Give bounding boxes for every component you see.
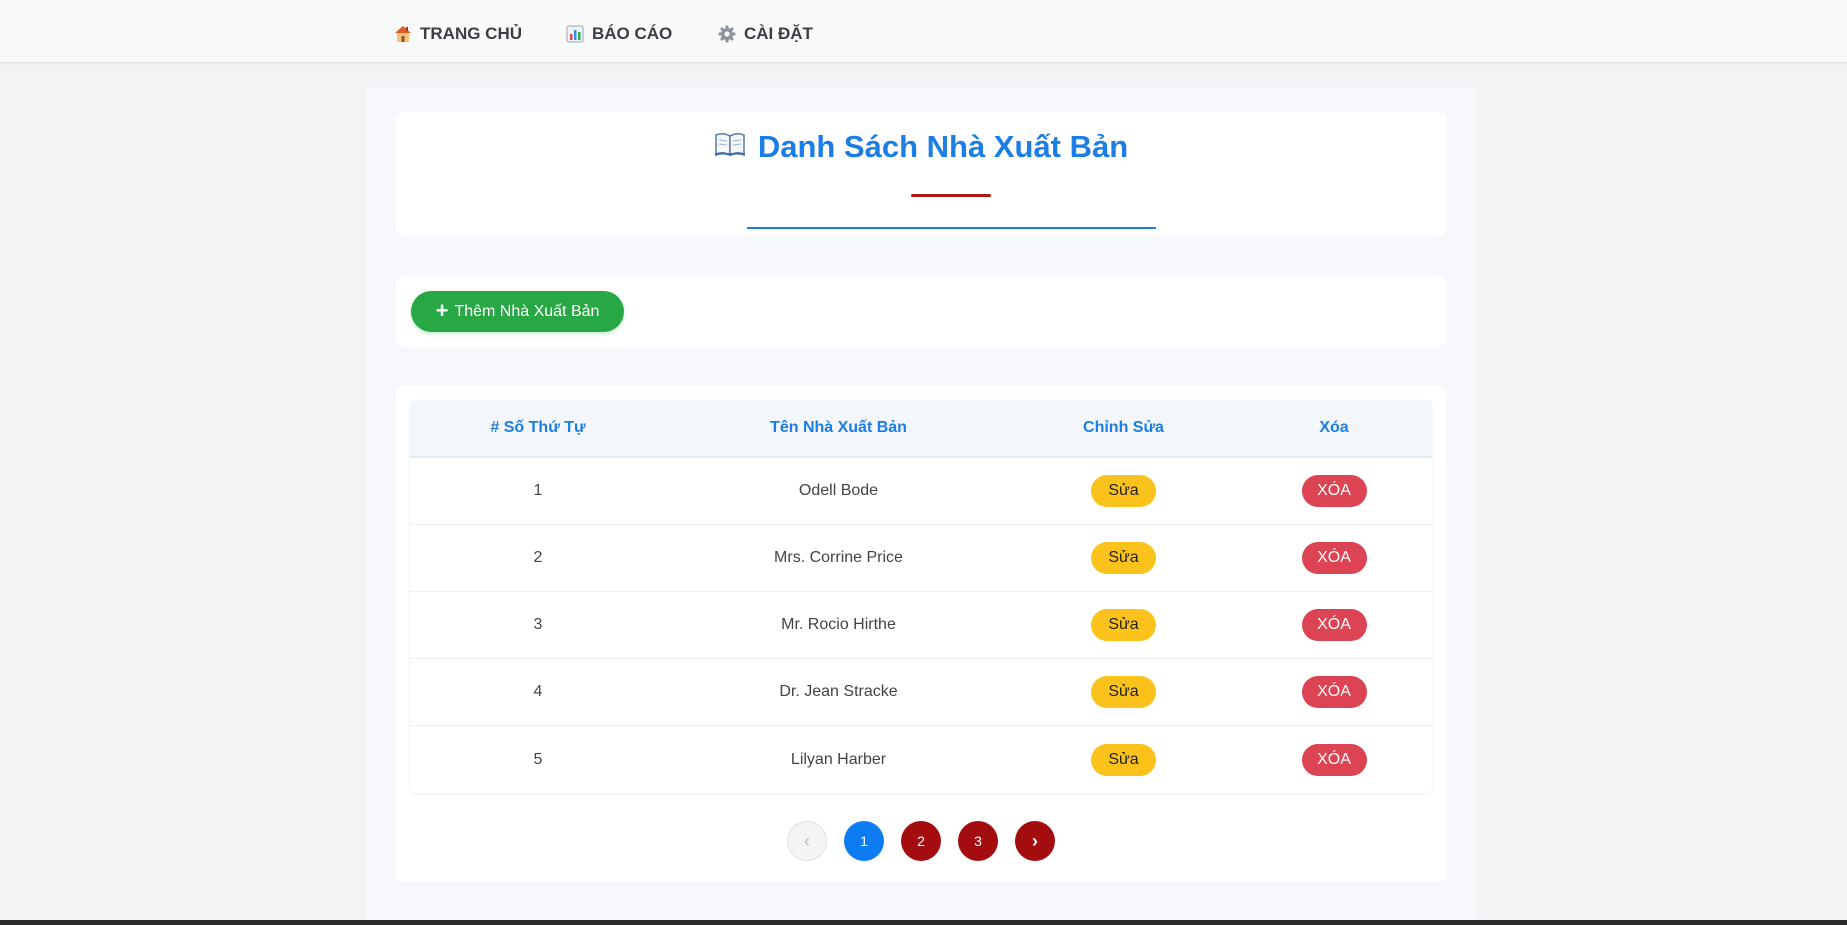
row-index: 5: [533, 750, 543, 768]
delete-button[interactable]: XÓA: [1301, 475, 1367, 507]
edit-button[interactable]: Sửa: [1091, 676, 1156, 708]
title-divider: [747, 227, 1156, 229]
pagination-page-3[interactable]: 3: [958, 821, 998, 861]
publisher-name: Mrs. Corrine Price: [774, 549, 903, 566]
page-title: Danh Sách Nhà Xuất Bản: [396, 129, 1446, 165]
delete-button[interactable]: XÓA: [1301, 743, 1367, 776]
nav-item-report[interactable]: BÁO CÁO: [566, 22, 672, 46]
nav-label-report: BÁO CÁO: [592, 24, 673, 43]
row-index: 3: [533, 616, 543, 633]
main-container: Danh Sách Nhà Xuất Bản + Thêm Nhà Xuất B…: [366, 87, 1476, 925]
open-book-icon: [714, 129, 746, 165]
publisher-table: # Số Thứ Tự Tên Nhà Xuất Bản Chỉnh Sửa X…: [410, 400, 1432, 793]
action-card: + Thêm Nhà Xuất Bản: [396, 276, 1446, 347]
edit-button[interactable]: Sửa: [1091, 475, 1156, 507]
column-header-edit: Chỉnh Sửa: [1083, 419, 1164, 436]
plus-icon: +: [435, 297, 449, 323]
add-publisher-button[interactable]: + Thêm Nhà Xuất Bản: [411, 291, 624, 332]
publisher-name: Mr. Rocio Hirthe: [781, 616, 896, 633]
nav-item-settings[interactable]: CÀI ĐẶT: [718, 22, 813, 46]
nav-label-settings: CÀI ĐẶT: [744, 24, 813, 43]
title-accent-underline: [911, 194, 991, 197]
table-card: # Số Thứ Tự Tên Nhà Xuất Bản Chỉnh Sửa X…: [396, 386, 1446, 882]
pagination-next-button[interactable]: ›: [1015, 821, 1055, 861]
nav-label-home: TRANG CHỦ: [420, 24, 522, 43]
bar-chart-icon: [566, 25, 584, 43]
home-icon: [394, 25, 412, 43]
gear-icon: [718, 25, 736, 43]
row-index: 1: [533, 482, 543, 499]
table-row: 3 Mr. Rocio Hirthe Sửa XÓA: [410, 592, 1432, 659]
column-header-delete: Xóa: [1319, 419, 1349, 436]
add-publisher-label: Thêm Nhà Xuất Bản: [454, 302, 600, 320]
edit-button[interactable]: Sửa: [1091, 743, 1156, 776]
delete-button[interactable]: XÓA: [1301, 676, 1367, 708]
table-header: # Số Thứ Tự Tên Nhà Xuất Bản Chỉnh Sửa X…: [410, 400, 1432, 458]
page-title-text: Danh Sách Nhà Xuất Bản: [757, 129, 1129, 164]
publisher-name: Odell Bode: [798, 482, 879, 499]
bottom-edge-bar: [0, 920, 1847, 925]
edit-button[interactable]: Sửa: [1091, 609, 1156, 641]
top-navbar: TRANG CHỦ BÁO CÁO CÀI ĐẶT: [0, 0, 1847, 63]
header-card: Danh Sách Nhà Xuất Bản: [396, 112, 1446, 236]
pagination: ‹ 1 2 3 ›: [396, 821, 1446, 861]
row-index: 4: [533, 683, 543, 700]
delete-button[interactable]: XÓA: [1301, 542, 1367, 574]
pagination-prev-button[interactable]: ‹: [787, 821, 827, 861]
table-row: 5 Lilyan Harber Sửa XÓA: [410, 726, 1432, 793]
column-header-index: # Số Thứ Tự: [490, 419, 586, 436]
column-header-name: Tên Nhà Xuất Bản: [770, 419, 907, 436]
publisher-name: Dr. Jean Stracke: [779, 683, 898, 700]
pagination-page-2[interactable]: 2: [901, 821, 941, 861]
edit-button[interactable]: Sửa: [1091, 542, 1156, 574]
publisher-name: Lilyan Harber: [790, 750, 887, 768]
nav-item-home[interactable]: TRANG CHỦ: [394, 22, 522, 46]
table-row: 2 Mrs. Corrine Price Sửa XÓA: [410, 525, 1432, 592]
table-row: 1 Odell Bode Sửa XÓA: [410, 458, 1432, 525]
delete-button[interactable]: XÓA: [1301, 609, 1367, 641]
row-index: 2: [533, 549, 543, 566]
pagination-page-1[interactable]: 1: [844, 821, 884, 861]
table-row: 4 Dr. Jean Stracke Sửa XÓA: [410, 659, 1432, 726]
